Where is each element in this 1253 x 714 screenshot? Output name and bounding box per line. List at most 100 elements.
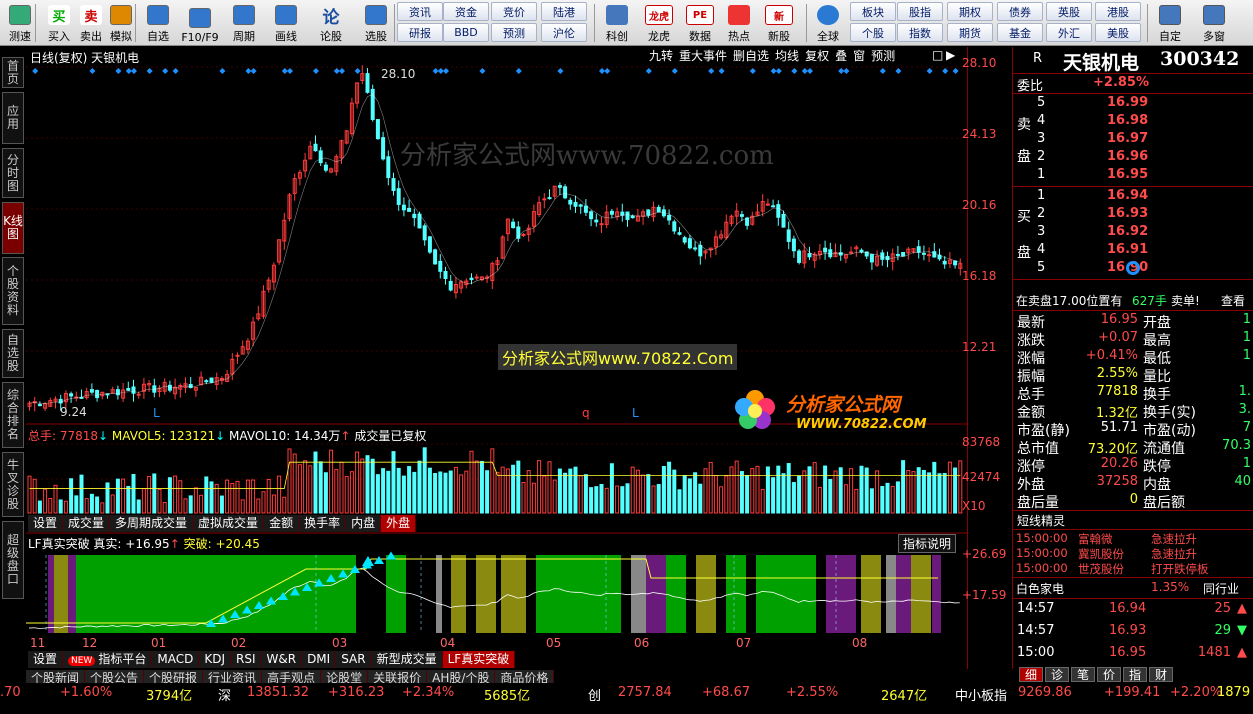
toolbar-market-button[interactable]: 板块 <box>850 2 896 21</box>
quote-tab[interactable]: 诊 <box>1045 667 1069 682</box>
alert-view-link[interactable]: 查看 <box>1221 292 1245 309</box>
volume-tab[interactable]: 设置 <box>28 515 64 532</box>
indicator-tab[interactable]: DMI <box>302 651 337 668</box>
indicator-tab[interactable]: MACD <box>152 651 200 668</box>
speed-button[interactable]: 测速 <box>3 2 37 44</box>
sell-level-row[interactable]: 3 16.97 <box>1013 131 1253 149</box>
sci-button[interactable]: 科创 <box>598 2 636 44</box>
buy-button[interactable]: 买买入 <box>42 2 76 44</box>
volume-tab[interactable]: 多周期成交量 <box>110 515 194 532</box>
toolbar-link-button[interactable]: 资讯 <box>397 2 443 21</box>
toolbar-separator <box>394 4 395 42</box>
hot-button[interactable]: 热点 <box>720 2 758 44</box>
volume-tab[interactable]: 金额 <box>264 515 300 532</box>
stock-name: 天银机电 <box>1063 52 1140 74</box>
quote-tab[interactable]: 笔 <box>1071 667 1095 682</box>
toolbar-market-button[interactable]: 指数 <box>897 23 943 42</box>
indicator-tab[interactable]: 设置 <box>28 651 64 668</box>
sector-row[interactable]: 白色家电 1.35% 同行业 <box>1013 580 1253 598</box>
select-stock-button[interactable]: 选股 <box>359 2 393 44</box>
indicator-tab[interactable]: RSI <box>231 651 262 668</box>
sell-level-row[interactable]: 1 16.95 <box>1013 167 1253 185</box>
volume-tab[interactable]: 外盘 <box>381 515 417 532</box>
dragon-button[interactable]: 龙虎 龙虎 <box>640 2 678 44</box>
indicator-tab[interactable]: W&R <box>261 651 303 668</box>
sell-button[interactable]: 卖卖出 <box>74 2 108 44</box>
sell-level-row[interactable]: 2 16.96 <box>1013 149 1253 167</box>
left-tab-1[interactable]: 首页 <box>2 57 24 88</box>
star-button[interactable]: 自选 <box>141 2 175 44</box>
indicator-help-button[interactable]: 指标说明 <box>898 534 957 553</box>
data-button[interactable]: PE 数据 <box>681 2 719 44</box>
volume-bar <box>713 475 718 514</box>
toolbar-label: 数据 <box>689 30 711 43</box>
buy-level-row[interactable]: 1 16.94 <box>1013 188 1253 206</box>
volume-bar <box>433 473 438 514</box>
indicator-zone <box>896 555 911 633</box>
multi-window-button[interactable]: 多窗 <box>1196 2 1232 44</box>
new-stock-button[interactable]: 新新股 <box>760 2 798 44</box>
toolbar-market-button[interactable]: 英股 <box>1046 2 1092 21</box>
left-tab-7[interactable]: 综合排名 <box>2 382 24 448</box>
sell-level-row[interactable]: 5 16.99 <box>1013 95 1253 113</box>
buy-level-row[interactable]: 3 16.92 <box>1013 224 1253 242</box>
toolbar-market-button[interactable]: 债券 <box>997 2 1043 21</box>
left-tab-3[interactable]: 分时图 <box>2 148 24 198</box>
left-tab-5[interactable]: 个股资料 <box>2 257 24 325</box>
volume-tab[interactable]: 内盘 <box>346 515 382 532</box>
left-tab-2[interactable]: 应用 <box>2 92 24 144</box>
toolbar-market-button[interactable]: 期权 <box>947 2 993 21</box>
left-tab-4[interactable]: K线图 <box>2 202 24 254</box>
tick-row: 14:57 16.93 29 ▼ <box>1013 623 1253 641</box>
quote-tab[interactable]: 财 <box>1149 667 1173 682</box>
indicator-tab[interactable]: 新型成交量 <box>371 651 443 668</box>
quote-tab[interactable]: 细 <box>1019 667 1043 682</box>
toolbar-link-button[interactable]: BBD <box>443 23 489 42</box>
toolbar-market-button[interactable]: 个股 <box>850 23 896 42</box>
indicator-zone <box>756 555 816 633</box>
toolbar-market-button[interactable]: 港股 <box>1095 2 1141 21</box>
sell-level-row[interactable]: 4 16.98 <box>1013 113 1253 131</box>
quote-tab[interactable]: 指 <box>1123 667 1147 682</box>
hammer-button[interactable]: 模拟 <box>104 2 138 44</box>
global-button[interactable]: 全球 <box>810 2 846 44</box>
candle-body <box>542 198 547 201</box>
quote-tab[interactable]: 价 <box>1097 667 1121 682</box>
toolbar-market-button[interactable]: 外汇 <box>1046 23 1092 42</box>
indicator-tab[interactable]: LF真实突破 <box>442 651 516 668</box>
toolbar-link-button[interactable]: 预测 <box>491 23 537 42</box>
signal-diamond <box>146 68 153 74</box>
volume-bar <box>230 482 235 514</box>
volume-tab[interactable]: 成交量 <box>63 515 111 532</box>
toolbar-market-button[interactable]: 期货 <box>947 23 993 42</box>
candle-body <box>563 186 568 199</box>
toolbar-link-button[interactable]: 研报 <box>397 23 443 42</box>
candle-body <box>401 204 406 211</box>
left-tab-6[interactable]: 自选股 <box>2 329 24 378</box>
indicator-tab[interactable]: NEW 指标平台 <box>63 651 153 668</box>
custom-button[interactable]: 自定 <box>1152 2 1188 44</box>
volume-tab[interactable]: 虚拟成交量 <box>193 515 265 532</box>
buy-level-row[interactable]: 2 16.93 <box>1013 206 1253 224</box>
buy-level-row[interactable]: 4 16.91 <box>1013 242 1253 260</box>
discuss-button[interactable]: 论论股 <box>314 2 348 44</box>
clock-button[interactable]: 周期 <box>227 2 261 44</box>
indicator-tab[interactable]: SAR <box>336 651 372 668</box>
toolbar-link-button[interactable]: 资金 <box>443 2 489 21</box>
pencil-button[interactable]: 画线 <box>269 2 303 44</box>
toolbar-link-button[interactable]: 沪伦 <box>541 23 587 42</box>
toolbar-market-button[interactable]: 美股 <box>1095 23 1141 42</box>
volume-tab[interactable]: 换手率 <box>299 515 347 532</box>
volume-bar <box>474 460 479 514</box>
left-tab-9[interactable]: 超级盘口 <box>2 521 24 599</box>
f10-button[interactable]: F10/F9 <box>181 2 219 44</box>
toolbar-market-button[interactable]: 股指 <box>897 2 943 21</box>
indicator-tab[interactable]: KDJ <box>199 651 231 668</box>
toolbar-market-button[interactable]: 基金 <box>997 23 1043 42</box>
toolbar-link-button[interactable]: 陆港 <box>541 2 587 21</box>
volume-bar <box>209 481 214 514</box>
toolbar-link-button[interactable]: 竞价 <box>491 2 537 21</box>
sector-more-link[interactable]: 同行业 <box>1203 580 1239 597</box>
indicator-zone <box>726 555 746 633</box>
left-tab-8[interactable]: 牛叉诊股 <box>2 452 24 517</box>
